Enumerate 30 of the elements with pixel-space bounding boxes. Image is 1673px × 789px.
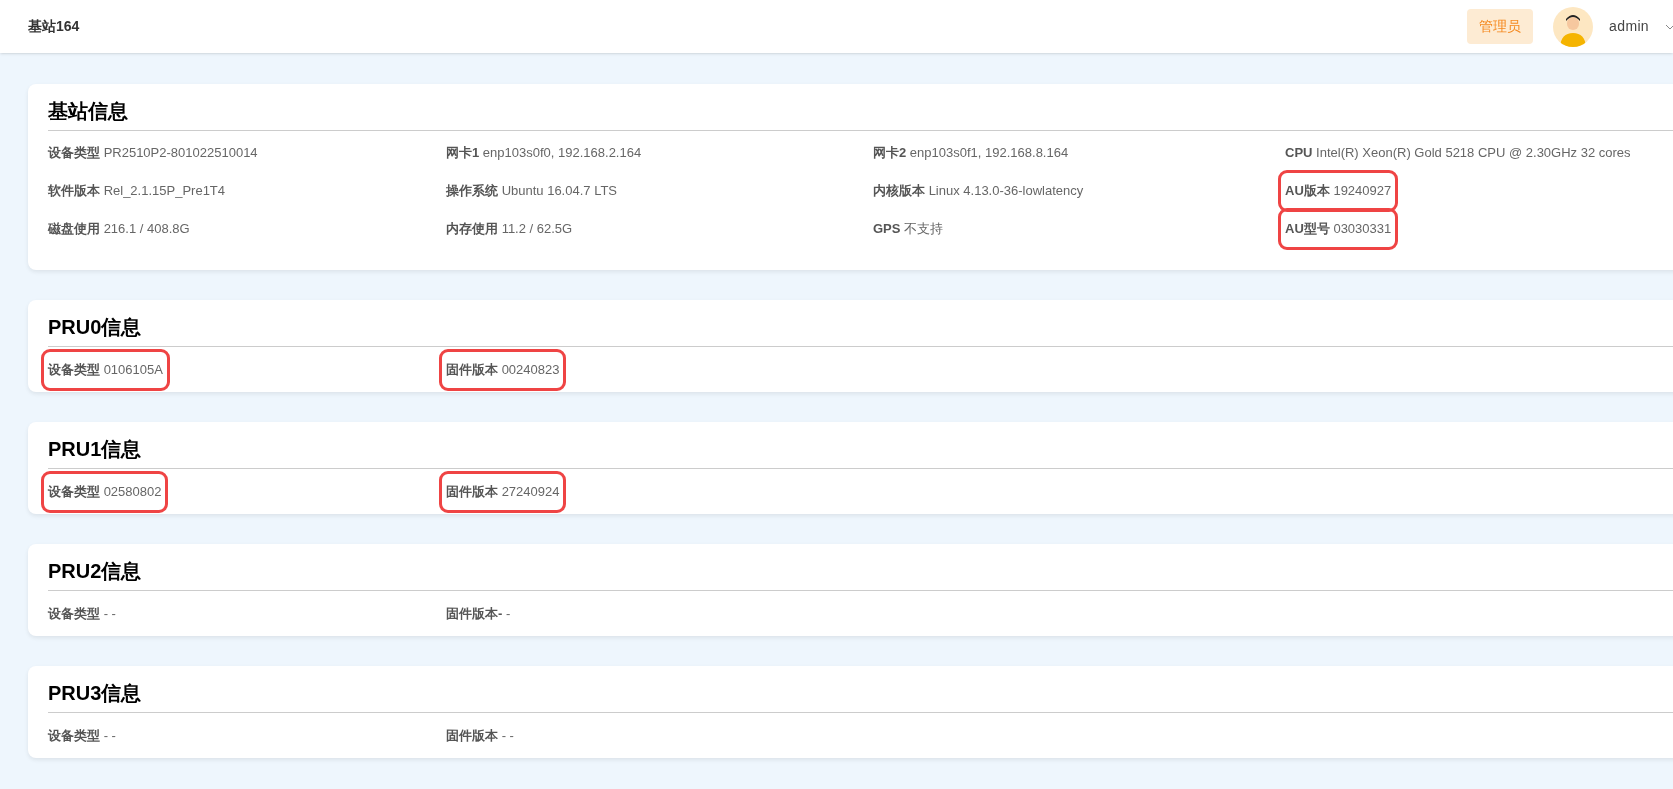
info-field: 固件版本- - xyxy=(442,596,515,632)
role-badge: 管理员 xyxy=(1467,9,1534,44)
info-field: AU型号 03030331 xyxy=(1281,211,1396,247)
avatar[interactable] xyxy=(1553,6,1594,47)
info-field: 网卡2 enp103s0f1, 192.168.8.164 xyxy=(869,135,1073,171)
info-field: 内存使用 11.2 / 62.5G xyxy=(442,211,577,247)
section-title: PRU0信息 xyxy=(48,315,143,340)
info-field: CPU Intel(R) Xeon(R) Gold 5218 CPU @ 2.30GHz 32 cores xyxy=(1281,135,1635,171)
section-title: PRU2信息 xyxy=(48,559,143,584)
info-field: 网卡1 enp103s0f0, 192.168.2.164 xyxy=(442,135,646,171)
section-title: PRU1信息 xyxy=(48,437,143,462)
info-field: 设备类型 0106105A xyxy=(44,352,167,388)
info-field: 软件版本 Rel_2.1.15P_Pre1T4 xyxy=(44,173,230,209)
info-field: 磁盘使用 216.1 / 408.8G xyxy=(44,211,194,247)
info-field: 设备类型 02580802 xyxy=(44,474,166,510)
info-field: 设备类型 - - xyxy=(44,718,120,754)
info-field: 设备类型 - - xyxy=(44,596,120,632)
info-field: AU版本 19240927 xyxy=(1281,173,1396,209)
chevron-down-icon[interactable] xyxy=(1665,23,1673,30)
username[interactable]: admin xyxy=(1609,16,1649,37)
info-field: 固件版本 27240924 xyxy=(442,474,564,510)
info-field: 操作系统 Ubuntu 16.04.7 LTS xyxy=(442,173,622,209)
section-title: 基站信息 xyxy=(48,99,129,124)
page-title: 基站164 xyxy=(28,17,80,36)
info-field: GPS 不支持 xyxy=(869,211,948,247)
info-field: 固件版本 - - xyxy=(442,718,518,754)
info-field: 设备类型 PR2510P2-801022510014 xyxy=(44,135,262,171)
info-field: 内核版本 Linux 4.13.0-36-lowlatency xyxy=(869,173,1088,209)
section-title: PRU3信息 xyxy=(48,681,143,706)
info-field: 固件版本 00240823 xyxy=(442,352,564,388)
